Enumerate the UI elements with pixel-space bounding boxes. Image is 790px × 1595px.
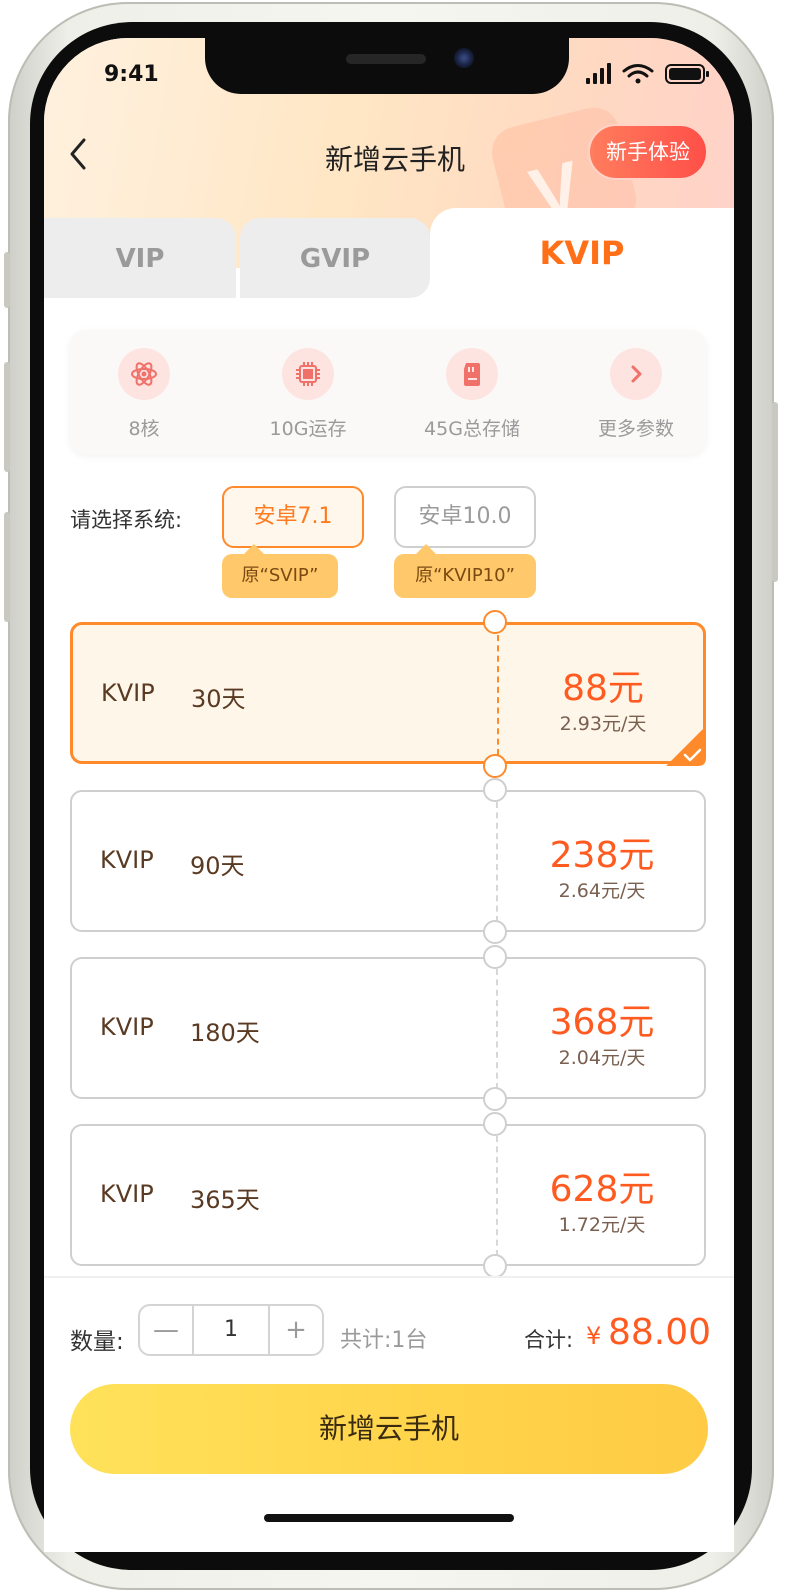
- plan-daily-price: 1.72元/天: [558, 1214, 646, 1236]
- plan-card-30[interactable]: KVIP 30天 88元 2.93元/天: [70, 622, 706, 764]
- spec-storage: 45G总存储: [412, 348, 532, 441]
- status-time: 9:41: [104, 62, 159, 87]
- sum-label: 合计:: [524, 1328, 574, 1352]
- battery-icon: [665, 64, 709, 84]
- plan-name: KVIP: [100, 846, 154, 874]
- home-indicator[interactable]: [264, 1514, 514, 1522]
- plan-duration: 365天: [190, 1186, 260, 1214]
- quantity-minus-button[interactable]: —: [140, 1306, 194, 1354]
- quantity-input[interactable]: 1: [192, 1306, 270, 1354]
- volume-down-button: [4, 512, 10, 622]
- plan-price: 88元: [562, 668, 644, 709]
- trial-button[interactable]: 新手体验: [588, 124, 708, 180]
- plan-price: 628元: [549, 1169, 655, 1210]
- plan-card-365[interactable]: KVIP 365天 628元 1.72元/天: [70, 1124, 706, 1266]
- plan-name: KVIP: [101, 679, 155, 707]
- spec-more[interactable]: 更多参数: [576, 348, 696, 441]
- tab-gvip[interactable]: GVIP: [240, 218, 430, 298]
- add-cloud-phone-button[interactable]: 新增云手机: [70, 1384, 708, 1474]
- ticket-notch: [483, 1254, 507, 1278]
- tab-vip[interactable]: VIP: [44, 218, 236, 298]
- ticket-notch: [483, 610, 507, 634]
- system-tip: 原“SVIP”: [222, 544, 338, 598]
- ticket-notch: [483, 945, 507, 969]
- total-units: 共计:1台: [340, 1328, 428, 1353]
- ticket-notch: [483, 1087, 507, 1111]
- plan-price: 368元: [549, 1002, 655, 1043]
- sd-card-icon: [464, 363, 480, 386]
- plan-duration: 30天: [191, 685, 246, 713]
- system-label: 请选择系统:: [70, 508, 183, 532]
- system-option-android-10[interactable]: 安卓10.0: [394, 486, 536, 548]
- volume-up-button: [4, 362, 10, 472]
- silent-switch: [4, 252, 10, 308]
- quantity-label: 数量:: [70, 1329, 124, 1355]
- plan-card-180[interactable]: KVIP 180天 368元 2.04元/天: [70, 957, 706, 1099]
- spec-label: 45G总存储: [424, 418, 520, 440]
- chevron-right-icon[interactable]: [621, 359, 651, 389]
- ticket-notch: [483, 778, 507, 802]
- plan-daily-price: 2.64元/天: [558, 880, 646, 902]
- system-tip: 原“KVIP10”: [394, 544, 536, 598]
- ticket-notch: [483, 754, 507, 778]
- plan-card-90[interactable]: KVIP 90天 238元 2.64元/天: [70, 790, 706, 932]
- plan-duration: 180天: [190, 1019, 260, 1047]
- front-camera: [454, 48, 474, 68]
- spec-label: 10G运存: [269, 418, 347, 440]
- atom-icon: [131, 362, 157, 386]
- chip-icon: [296, 362, 320, 386]
- tier-tabs: VIP GVIP KVIP: [44, 208, 734, 298]
- quantity-plus-button[interactable]: +: [268, 1306, 322, 1354]
- sum-currency: ¥: [586, 1322, 602, 1350]
- spec-label[interactable]: 更多参数: [576, 414, 696, 441]
- selected-check-icon: [666, 726, 706, 766]
- plan-name: KVIP: [100, 1180, 154, 1208]
- spec-memory: 10G运存: [248, 348, 368, 441]
- ticket-notch: [483, 1112, 507, 1136]
- spec-panel: 8核 10G运存 45G总存储 更多参数: [70, 330, 706, 454]
- sum-value: 88.00: [608, 1312, 712, 1353]
- power-button: [772, 402, 778, 582]
- plan-daily-price: 2.04元/天: [558, 1047, 646, 1069]
- ticket-notch: [483, 920, 507, 944]
- plan-name: KVIP: [100, 1013, 154, 1041]
- tab-kvip[interactable]: KVIP: [430, 208, 734, 298]
- speaker: [346, 54, 426, 64]
- status-icons: [586, 63, 709, 84]
- spec-label: 8核: [128, 418, 160, 440]
- plan-price: 238元: [549, 835, 655, 876]
- system-option-android-7[interactable]: 安卓7.1: [222, 486, 364, 548]
- signal-icon: [586, 63, 611, 84]
- quantity-stepper: — 1 +: [138, 1304, 324, 1356]
- spec-cores: 8核: [84, 348, 204, 441]
- notch: [205, 38, 569, 94]
- plan-duration: 90天: [190, 852, 245, 880]
- wifi-icon: [622, 64, 654, 84]
